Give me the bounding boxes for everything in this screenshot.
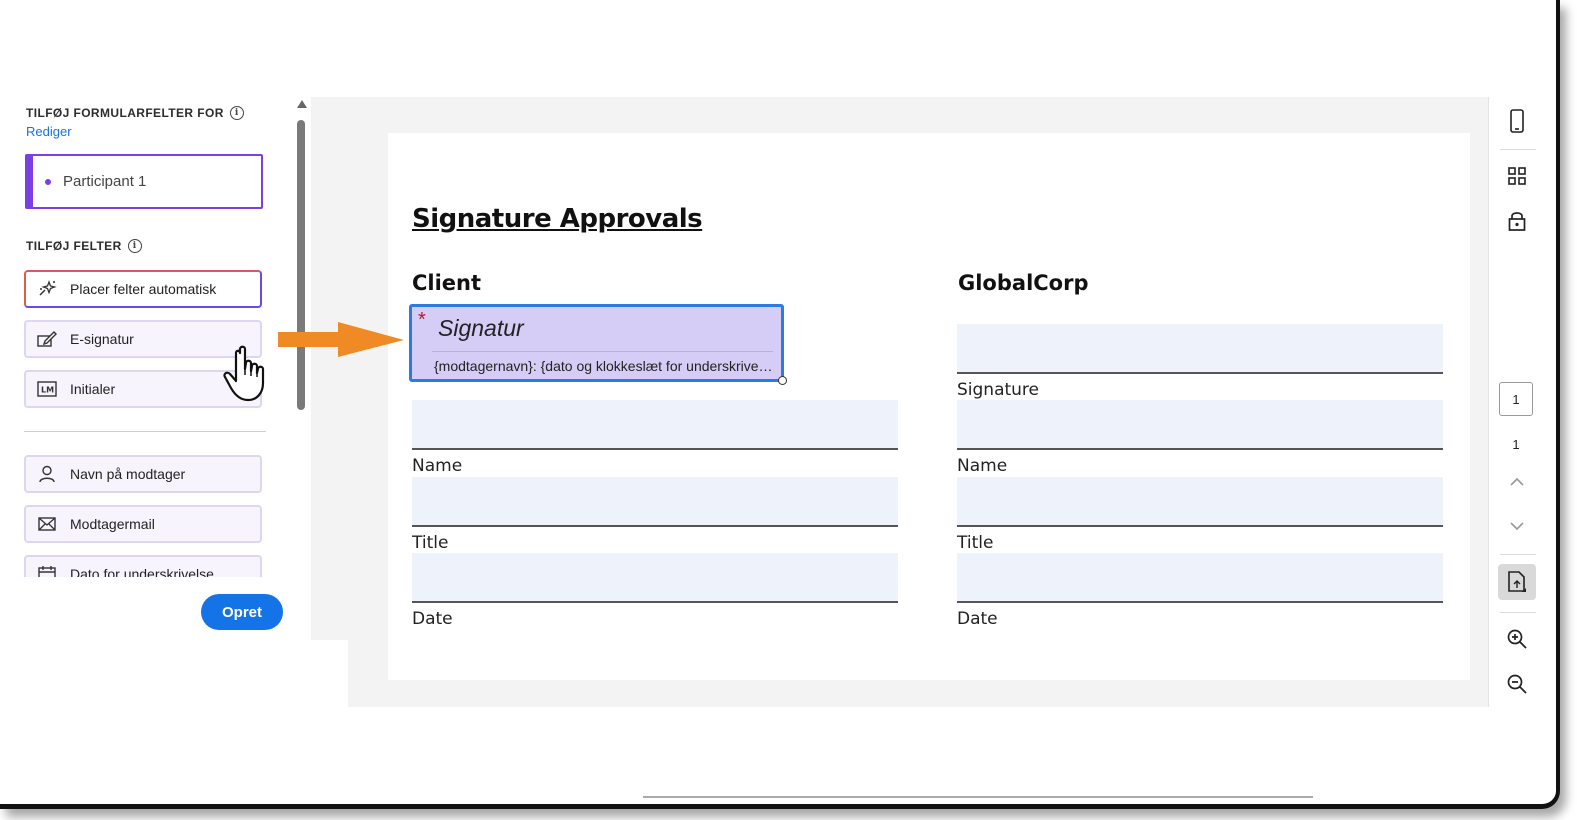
- resize-handle[interactable]: [778, 376, 787, 385]
- button-label: Dato for underskrivelse: [70, 566, 214, 577]
- recipient-name-button[interactable]: Navn på modtager: [24, 455, 262, 493]
- auto-place-fields-button[interactable]: Placer felter automatisk: [24, 270, 262, 308]
- participant-selector[interactable]: Participant 1: [25, 154, 263, 209]
- globalcorp-heading: GlobalCorp: [958, 271, 1089, 295]
- zoom-in-icon[interactable]: [1504, 626, 1530, 652]
- canvas-edge: [311, 640, 348, 710]
- grid-view-icon[interactable]: [1504, 163, 1530, 189]
- svg-text:LM: LM: [41, 386, 54, 395]
- add-fields-heading: TILFØJ FELTER i: [26, 239, 142, 253]
- arrow-right-icon: [278, 322, 404, 357]
- page-thumbnails-icon[interactable]: [1498, 564, 1536, 600]
- client-name-line[interactable]: [412, 400, 898, 450]
- chevron-up-icon[interactable]: [1504, 469, 1530, 495]
- client-date-line[interactable]: [412, 553, 898, 603]
- globalcorp-name-line[interactable]: [957, 400, 1443, 450]
- horizontal-scrollbar[interactable]: [643, 796, 1313, 798]
- button-label: Modtagermail: [70, 516, 155, 532]
- client-name-label: Name: [412, 456, 463, 476]
- total-pages: 1: [1512, 437, 1520, 452]
- recipient-email-button[interactable]: Modtagermail: [24, 505, 262, 543]
- person-icon: [36, 464, 58, 484]
- signature-field-subtitle: {modtagernavn}: {dato og klokkeslæt for …: [434, 358, 774, 374]
- initials-icon: LM: [36, 379, 58, 399]
- mail-icon: [36, 514, 58, 534]
- rail-divider: [1500, 554, 1536, 555]
- button-label: Navn på modtager: [70, 466, 186, 482]
- client-date-label: Date: [412, 609, 453, 629]
- client-title-line[interactable]: [412, 477, 898, 527]
- panel-scrollbar[interactable]: [297, 120, 305, 410]
- client-heading: Client: [412, 271, 482, 295]
- globalcorp-name-label: Name: [957, 456, 1008, 476]
- button-label: Placer felter automatisk: [70, 281, 217, 297]
- current-page-input[interactable]: 1: [1499, 382, 1533, 416]
- hand-cursor-icon: [223, 345, 265, 402]
- divider: [24, 431, 266, 432]
- globalcorp-title-line[interactable]: [957, 477, 1443, 527]
- globalcorp-date-label: Date: [957, 609, 998, 629]
- signature-field[interactable]: * Signatur {modtagernavn}: {dato og klok…: [409, 304, 787, 385]
- globalcorp-signature-label: Signature: [957, 380, 1040, 400]
- globalcorp-date-line[interactable]: [957, 553, 1443, 603]
- auto-place-icon: [36, 279, 58, 299]
- required-marker: *: [418, 309, 426, 331]
- zoom-out-icon[interactable]: [1504, 671, 1530, 697]
- signature-icon: [36, 329, 58, 349]
- info-icon[interactable]: i: [127, 239, 142, 253]
- add-form-fields-heading: TILFØJ FORMULARFELTER FOR i: [26, 106, 244, 120]
- lock-icon[interactable]: [1504, 208, 1530, 234]
- globalcorp-signature-line[interactable]: [957, 324, 1443, 374]
- signing-date-button[interactable]: Dato for underskrivelse: [24, 555, 262, 577]
- participant-dot-icon: [45, 178, 51, 185]
- participant-name: Participant 1: [63, 173, 147, 190]
- create-button[interactable]: Opret: [201, 594, 283, 630]
- button-label: Initialer: [70, 381, 116, 397]
- globalcorp-title-label: Title: [957, 533, 994, 553]
- button-label: E-signatur: [70, 331, 134, 347]
- info-icon[interactable]: i: [229, 106, 244, 120]
- clipped-list: Dato for underskrivelse: [24, 555, 264, 577]
- rail-divider: [1500, 149, 1536, 150]
- app-window: TILFØJ FORMULARFELTER FOR i Rediger Part…: [0, 0, 1560, 809]
- chevron-down-icon[interactable]: [1504, 513, 1530, 539]
- rail-divider: [1500, 612, 1536, 613]
- edit-participant-link[interactable]: Rediger: [26, 124, 72, 139]
- mobile-view-icon[interactable]: [1504, 108, 1530, 134]
- signature-field-title: Signatur: [438, 315, 524, 341]
- client-title-label: Title: [412, 533, 449, 553]
- field-separator: [432, 351, 773, 352]
- document-title: Signature Approvals: [412, 204, 703, 234]
- scroll-up-arrow-icon[interactable]: [297, 100, 307, 108]
- calendar-icon: [36, 564, 58, 577]
